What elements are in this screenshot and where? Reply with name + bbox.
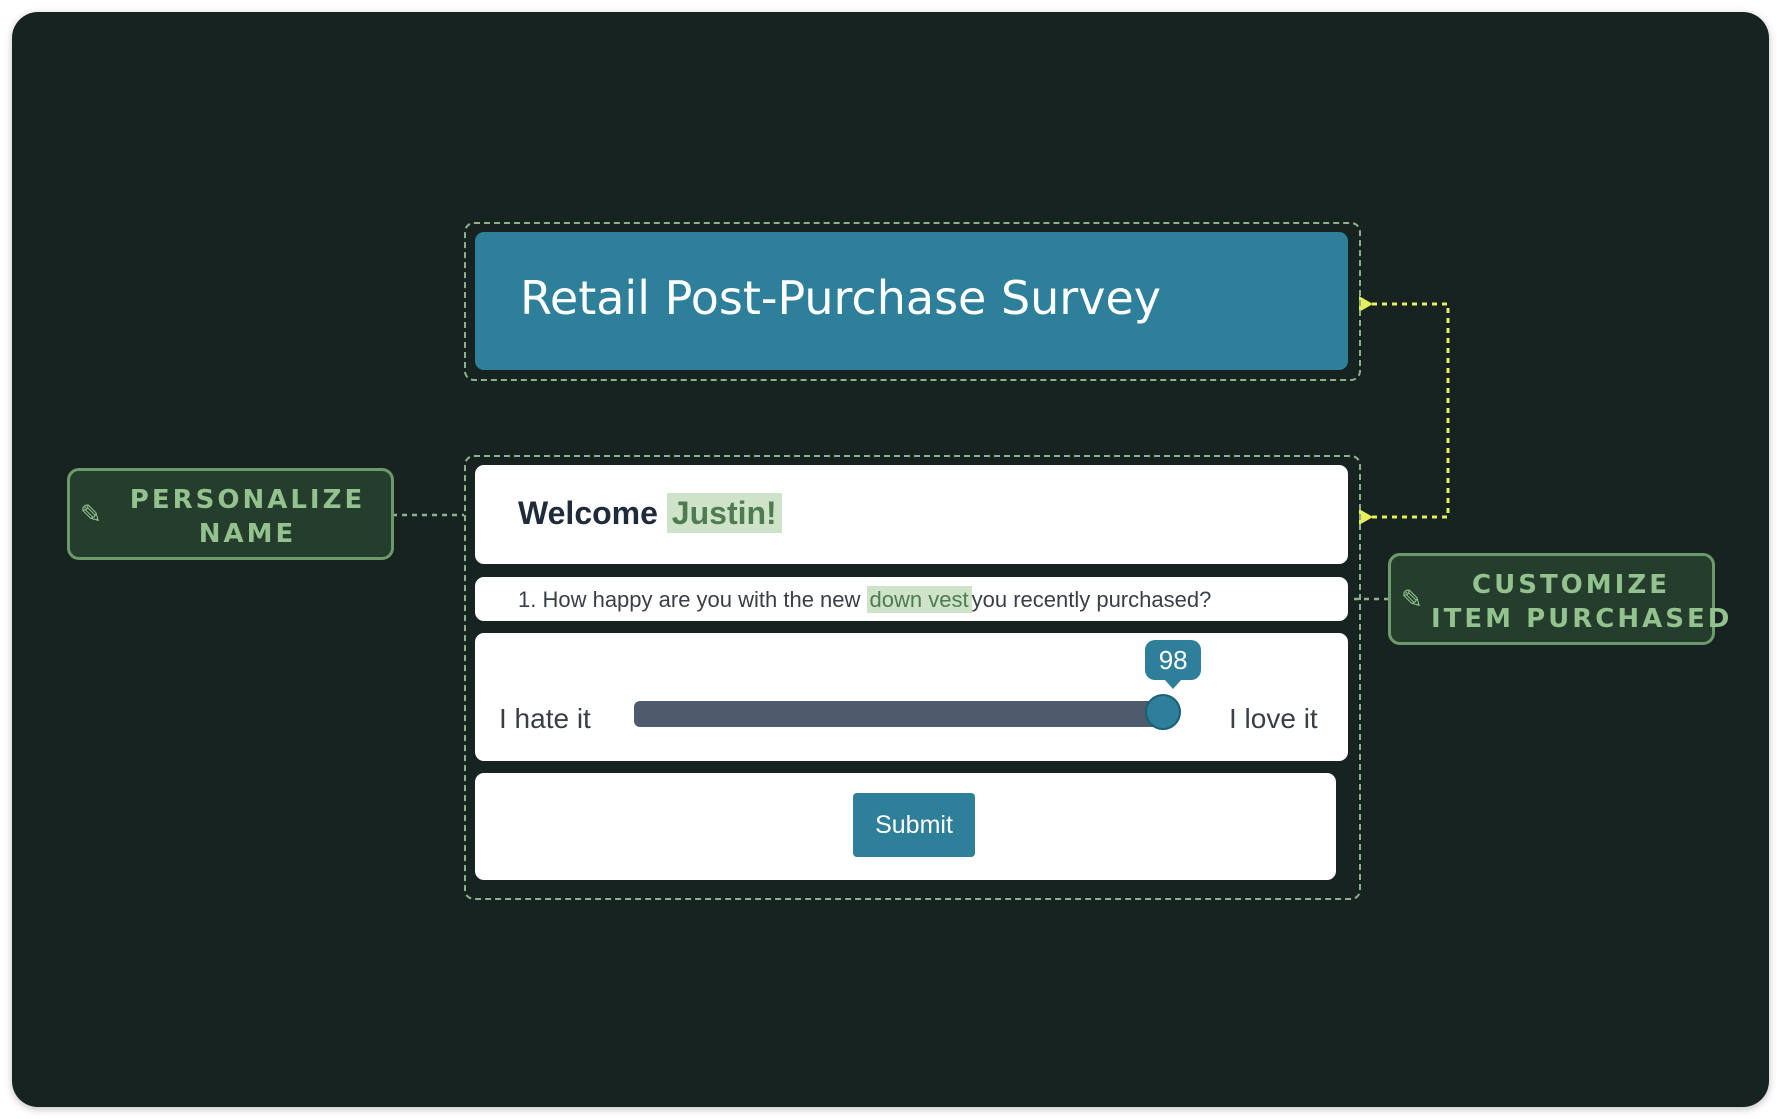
personalize-callout-line1: PERSONALIZE (129, 485, 366, 515)
slider-min-label: I hate it (499, 703, 591, 734)
survey-title: Retail Post-Purchase Survey (520, 271, 1161, 325)
customize-callout-line1: CUSTOMIZE (1472, 570, 1670, 600)
diagram-canvas: Retail Post-Purchase Survey Welcome Just… (12, 12, 1769, 1107)
customize-callout-label: CUSTOMIZE ITEM PURCHASED (1431, 568, 1733, 636)
arrow-head-icon (1359, 509, 1373, 525)
question-panel: 1. How happy are you with the new down v… (475, 577, 1348, 621)
pencil-icon: ✎ (1401, 584, 1423, 614)
welcome-heading: Welcome Justin! (518, 493, 782, 533)
welcome-prefix: Welcome (518, 495, 658, 531)
slider-panel: I hate it 98 I love it (475, 633, 1348, 761)
customize-item-callout: ✎ CUSTOMIZE ITEM PURCHASED (1388, 553, 1733, 645)
submit-button[interactable]: Submit (853, 793, 975, 857)
welcome-panel: Welcome Justin! (475, 465, 1348, 564)
arrow-head-icon (1359, 296, 1373, 312)
purchased-item: down vest (866, 586, 972, 613)
pencil-icon: ✎ (80, 499, 102, 529)
personalize-callout-label: PERSONALIZE NAME (110, 483, 385, 551)
question-text: 1. How happy are you with the new down v… (518, 586, 1212, 613)
submit-panel: Submit (475, 773, 1336, 880)
slider-max-label: I love it (1229, 703, 1318, 734)
header-to-body-connector (1362, 302, 1450, 519)
slider-track[interactable] (634, 701, 1174, 727)
survey-header: Retail Post-Purchase Survey (475, 232, 1348, 370)
question-text-after: you recently purchased? (971, 587, 1212, 612)
question-text-before: 1. How happy are you with the new (518, 587, 861, 612)
slider-value-bubble: 98 (1145, 640, 1202, 689)
personalize-name-callout: ✎ PERSONALIZE NAME (67, 468, 394, 560)
personalized-name: Justin! (666, 493, 782, 533)
personalize-callout-line2: NAME (198, 519, 297, 549)
customize-callout-line2: ITEM PURCHASED (1431, 604, 1733, 634)
slider-thumb[interactable] (1145, 694, 1182, 730)
